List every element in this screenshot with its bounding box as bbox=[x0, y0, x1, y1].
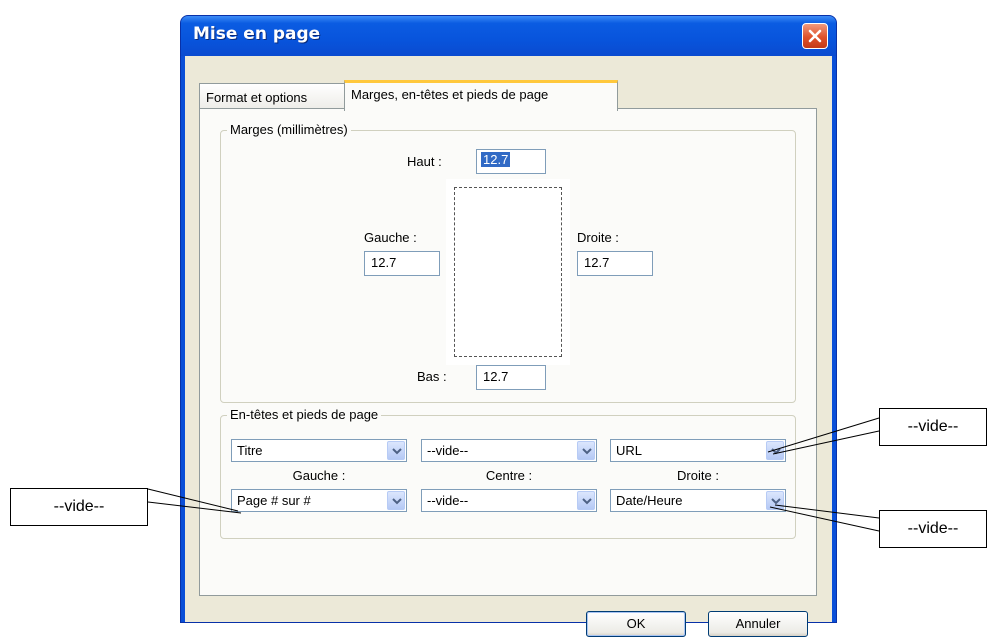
column-label-center: Centre : bbox=[485, 468, 533, 483]
dropdown-button[interactable] bbox=[577, 491, 595, 510]
tab-margins-headers-footers[interactable]: Marges, en-têtes et pieds de page bbox=[344, 80, 618, 111]
header-center-select[interactable]: --vide-- bbox=[421, 439, 597, 462]
dropdown-arrow-icon bbox=[771, 498, 781, 505]
footer-center-select[interactable]: --vide-- bbox=[421, 489, 597, 512]
callout-footer-left: --vide-- bbox=[10, 488, 148, 526]
headers-footers-group-label: En-têtes et pieds de page bbox=[227, 407, 382, 422]
dropdown-arrow-icon bbox=[392, 448, 402, 455]
right-margin-label: Droite : bbox=[577, 230, 619, 245]
dropdown-button[interactable] bbox=[577, 441, 595, 460]
dialog-client-area: Format et options Marges (millimètres) H… bbox=[185, 56, 832, 637]
top-margin-value: 12.7 bbox=[481, 152, 511, 167]
dropdown-arrow-icon bbox=[582, 448, 592, 455]
left-margin-input[interactable]: 12.7 bbox=[364, 251, 440, 276]
top-margin-label: Haut : bbox=[407, 154, 442, 169]
column-label-left: Gauche : bbox=[292, 468, 346, 483]
tab-label: Format et options bbox=[206, 90, 308, 105]
dropdown-button[interactable] bbox=[387, 441, 405, 460]
top-margin-input[interactable]: 12.7 bbox=[476, 149, 546, 174]
window-title: Mise en page bbox=[193, 24, 321, 44]
dropdown-button[interactable] bbox=[766, 441, 784, 460]
footer-left-value: Page # sur # bbox=[237, 493, 311, 508]
ok-button[interactable]: OK bbox=[586, 611, 686, 637]
page-preview bbox=[446, 179, 570, 365]
right-margin-input[interactable]: 12.7 bbox=[577, 251, 653, 276]
printable-area-outline bbox=[454, 187, 562, 357]
dropdown-arrow-icon bbox=[582, 498, 592, 505]
header-left-select[interactable]: Titre bbox=[231, 439, 407, 462]
footer-right-select[interactable]: Date/Heure bbox=[610, 489, 786, 512]
close-icon bbox=[808, 29, 822, 43]
bottom-margin-input[interactable]: 12.7 bbox=[476, 365, 546, 390]
header-right-select[interactable]: URL bbox=[610, 439, 786, 462]
callout-header-right: --vide-- bbox=[879, 408, 987, 446]
margins-group-label: Marges (millimètres) bbox=[227, 122, 351, 137]
cancel-button[interactable]: Annuler bbox=[708, 611, 808, 637]
close-button[interactable] bbox=[802, 23, 828, 49]
title-bar[interactable]: Mise en page bbox=[181, 16, 836, 56]
tab-format-options[interactable]: Format et options bbox=[199, 83, 345, 111]
dialog-window: Mise en page Format et options Marges (m… bbox=[180, 15, 837, 637]
footer-right-value: Date/Heure bbox=[616, 493, 683, 508]
tab-panel-margins: Marges (millimètres) Haut : 12.7 Gauche … bbox=[199, 108, 817, 596]
header-right-value: URL bbox=[616, 443, 643, 458]
dropdown-button[interactable] bbox=[387, 491, 405, 510]
left-margin-label: Gauche : bbox=[364, 230, 417, 245]
column-label-right: Droite : bbox=[677, 468, 719, 483]
bottom-margin-label: Bas : bbox=[417, 369, 447, 384]
footer-center-value: --vide-- bbox=[427, 493, 469, 508]
header-center-value: --vide-- bbox=[427, 443, 469, 458]
footer-left-select[interactable]: Page # sur # bbox=[231, 489, 407, 512]
header-left-value: Titre bbox=[237, 443, 263, 458]
dropdown-button[interactable] bbox=[766, 491, 784, 510]
dropdown-arrow-icon bbox=[392, 498, 402, 505]
dropdown-arrow-icon bbox=[771, 448, 781, 455]
callout-footer-right: --vide-- bbox=[879, 510, 987, 548]
tab-label: Marges, en-têtes et pieds de page bbox=[351, 87, 549, 102]
